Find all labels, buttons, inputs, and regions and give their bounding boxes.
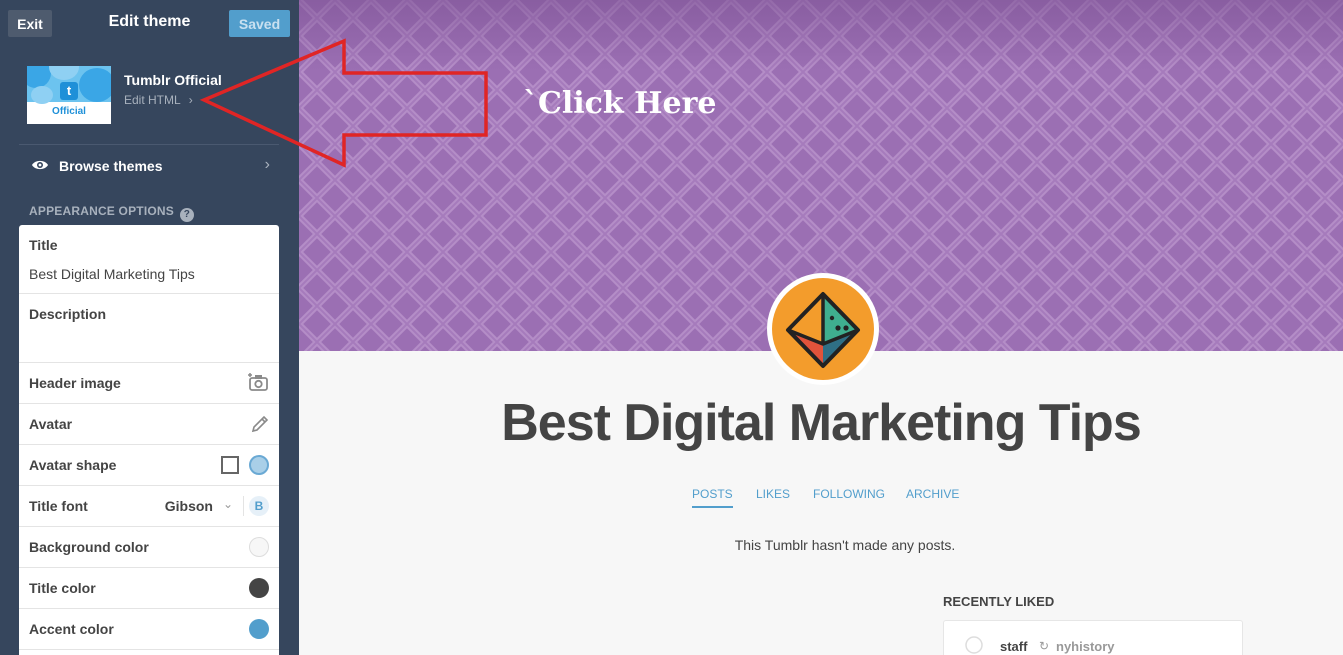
avatar-placeholder-icon (965, 636, 983, 654)
accent-color-swatch[interactable] (249, 619, 269, 639)
background-color-option[interactable]: Background color (19, 527, 279, 568)
thumbnail-cloud (79, 68, 111, 102)
thumbnail-cloud (31, 86, 53, 104)
appearance-options-label: APPEARANCE OPTIONS (29, 204, 174, 218)
title-color-label: Title color (29, 580, 96, 596)
theme-thumbnail[interactable]: t Official (27, 66, 111, 124)
nav-posts[interactable]: POSTS (692, 487, 733, 508)
avatar-shape-option: Avatar shape (19, 445, 279, 486)
click-here-annotation: `Click Here (523, 86, 717, 121)
octahedron-logo-icon (786, 292, 860, 368)
nav-archive[interactable]: ARCHIVE (906, 487, 959, 501)
edit-html-link[interactable]: Edit HTML › (124, 93, 193, 107)
tumblr-logo-icon: t (60, 82, 78, 100)
recently-liked-heading: RECENTLY LIKED (943, 594, 1055, 609)
empty-posts-message: This Tumblr hasn't made any posts. (734, 537, 956, 553)
reblog-icon: ↻ (1039, 639, 1050, 653)
header-image-label: Header image (29, 375, 121, 391)
accent-color-option[interactable]: Accent color (19, 609, 279, 650)
title-option[interactable]: Title Best Digital Marketing Tips (19, 225, 279, 294)
header-image-option[interactable]: Header image (19, 363, 279, 404)
avatar-image (772, 278, 874, 380)
saved-button[interactable]: Saved (229, 10, 290, 37)
avatar-label: Avatar (29, 416, 73, 432)
avatar-shape-label: Avatar shape (29, 457, 117, 473)
title-option-label: Title (29, 237, 58, 253)
appearance-options-heading: APPEARANCE OPTIONS? (29, 204, 194, 222)
title-font-select[interactable]: Gibson (165, 498, 213, 514)
eye-icon (32, 160, 48, 170)
appearance-panel: Title Best Digital Marketing Tips Descri… (19, 225, 279, 655)
bold-toggle[interactable]: B (249, 496, 269, 516)
divider (243, 496, 244, 516)
title-font-option: Title font Gibson ⌄ B (19, 486, 279, 527)
description-option[interactable]: Description (19, 294, 279, 363)
browse-themes-label: Browse themes (59, 158, 163, 174)
liked-post-source[interactable]: nyhistory (1056, 639, 1115, 654)
title-color-option[interactable]: Title color (19, 568, 279, 609)
help-icon[interactable]: ? (179, 208, 194, 222)
thumbnail-label: Official (52, 106, 86, 117)
nav-likes[interactable]: LIKES (756, 487, 790, 501)
square-shape-option[interactable] (221, 456, 239, 474)
liked-post-card[interactable]: staff ↻ nyhistory (943, 620, 1243, 655)
camera-icon[interactable] (247, 372, 269, 392)
title-color-swatch[interactable] (249, 578, 269, 598)
avatar (767, 273, 879, 385)
pencil-icon[interactable] (251, 415, 269, 433)
accent-color-label: Accent color (29, 621, 114, 637)
circle-shape-option[interactable] (249, 455, 269, 475)
edit-html-label: Edit HTML (124, 93, 181, 107)
background-color-label: Background color (29, 539, 149, 555)
blog-title: Best Digital Marketing Tips (501, 394, 1142, 452)
background-color-swatch[interactable] (249, 537, 269, 557)
chevron-down-icon[interactable]: ⌄ (223, 497, 233, 511)
description-option-label: Description (29, 306, 107, 322)
title-font-label: Title font (29, 498, 88, 514)
red-arrow-annotation-icon (199, 38, 488, 168)
liked-post-user[interactable]: staff (1000, 639, 1027, 654)
avatar-option[interactable]: Avatar (19, 404, 279, 445)
nav-following[interactable]: FOLLOWING (813, 487, 885, 501)
title-input[interactable]: Best Digital Marketing Tips (29, 266, 195, 282)
